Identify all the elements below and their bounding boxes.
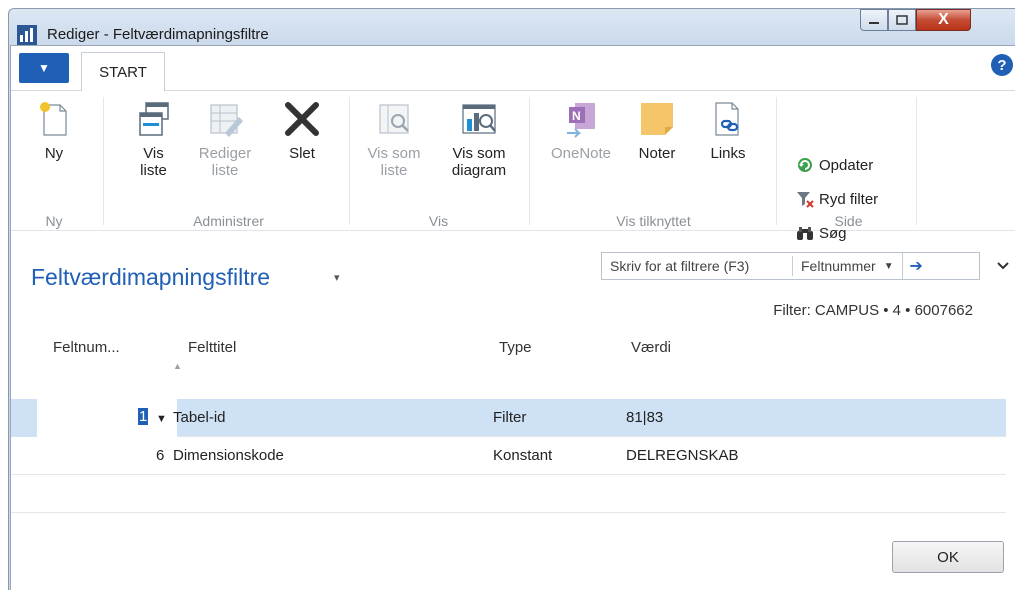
tab-start-label: START [99, 63, 147, 81]
view-as-chart-label: Vis som diagram [451, 145, 507, 179]
minimize-button[interactable] [860, 9, 888, 31]
note-icon [641, 103, 673, 135]
svg-text:N: N [572, 109, 581, 123]
link-icon [715, 102, 739, 136]
cell-vaerdi[interactable]: 81|83 [626, 409, 663, 426]
separator [916, 97, 917, 225]
row-selector[interactable] [11, 399, 37, 437]
minimize-icon [869, 22, 879, 24]
links-label: Links [710, 145, 746, 162]
tab-start[interactable]: START [81, 52, 165, 92]
title-dropdown-icon[interactable]: ▾ [334, 271, 340, 284]
cell-type[interactable]: Filter [493, 409, 526, 426]
cell-felttitel[interactable]: Dimensionskode [173, 447, 284, 464]
cell-feltnummer[interactable]: 1 [138, 408, 149, 425]
app-chart-icon [17, 25, 37, 45]
help-icon[interactable]: ? [991, 54, 1013, 76]
ok-button[interactable]: OK [892, 541, 1004, 573]
maximize-button[interactable] [888, 9, 916, 31]
delete-x-icon [285, 102, 319, 136]
view-as-list-icon [379, 104, 409, 134]
app-menu-button[interactable]: ▼ [19, 53, 69, 83]
dropdown-arrow-icon: ▼ [38, 61, 50, 75]
new-label: Ny [44, 145, 64, 162]
onenote-button[interactable]: N OneNote [543, 99, 619, 162]
page-title[interactable]: Feltværdimapningsfiltre [31, 264, 270, 291]
new-document-icon [40, 102, 67, 136]
clear-filter-icon [797, 192, 814, 208]
refresh-button[interactable]: Opdater [796, 154, 873, 176]
clear-filter-label: Ryd filter [819, 190, 879, 208]
new-button[interactable]: Ny [29, 99, 79, 162]
view-as-chart-icon [462, 104, 496, 134]
search-field-label: Feltnummer [801, 258, 876, 274]
column-header-feltnummer[interactable]: Feltnum... [53, 339, 120, 356]
notes-label: Noter [638, 145, 676, 162]
group-label-vis-tilknyttet: Vis tilknyttet [616, 213, 691, 229]
cell-vaerdi[interactable]: DELREGNSKAB [626, 447, 739, 464]
column-header-felttitel[interactable]: Felttitel [188, 339, 236, 356]
notes-button[interactable]: Noter [629, 99, 685, 162]
cell-felttitel[interactable]: Tabel-id [173, 409, 226, 426]
close-button[interactable]: X [916, 9, 971, 31]
search-go-button[interactable]: ➔ [901, 253, 930, 279]
group-label-side: Side [834, 213, 863, 229]
close-icon: X [938, 11, 949, 28]
separator [103, 97, 104, 225]
view-as-list-button[interactable]: Vis som liste [363, 99, 425, 179]
separator [776, 97, 777, 225]
refresh-label: Opdater [819, 156, 874, 174]
group-label-ny: Ny [45, 213, 63, 229]
refresh-icon [798, 158, 812, 172]
column-header-type[interactable]: Type [499, 339, 532, 356]
edit-list-icon [210, 104, 243, 137]
help-label: ? [997, 56, 1007, 74]
edit-list-button[interactable]: Rediger liste [194, 99, 256, 179]
separator [529, 97, 530, 225]
delete-button[interactable]: Slet [277, 99, 327, 162]
onenote-icon: N [567, 103, 595, 138]
group-label-administrer: Administrer [193, 213, 264, 229]
table-row[interactable]: 6 Dimensionskode Konstant DELREGNSKAB [11, 437, 1006, 475]
chevron-down-icon: ▼ [883, 260, 894, 272]
filter-indicator: Filter: CAMPUS • 4 • 6007662 [773, 302, 973, 319]
row-dropdown-icon[interactable]: ▼ [156, 413, 167, 425]
column-header-vaerdi[interactable]: Værdi [631, 339, 671, 356]
table-header: Feltnum... ▲ Felttitel Type Værdi [11, 339, 1015, 379]
arrow-right-icon: ➔ [909, 258, 923, 275]
separator [349, 97, 350, 225]
view-as-chart-button[interactable]: Vis som diagram [440, 99, 518, 179]
collapse-chevron-icon[interactable] [996, 258, 1010, 274]
edit-list-label: Rediger liste [198, 145, 252, 179]
maximize-icon [896, 15, 908, 25]
group-label-vis: Vis [428, 213, 449, 229]
ribbon: Ny Vis liste Rediger liste Slet Vis som … [11, 91, 1015, 242]
view-as-list-label: Vis som liste [367, 145, 421, 179]
filter-search-box: Feltnummer ▼ ➔ [601, 252, 980, 280]
links-button[interactable]: Links [701, 99, 755, 162]
ribbon-tab-bar: ▼ START ? [11, 46, 1015, 92]
cell-type[interactable]: Konstant [493, 447, 552, 464]
view-list-label: Vis liste [140, 145, 167, 179]
delete-label: Slet [289, 145, 315, 162]
empty-table-row[interactable] [11, 475, 1006, 513]
filter-search-input[interactable] [602, 253, 792, 279]
search-field-selector[interactable]: Feltnummer ▼ [792, 256, 902, 276]
onenote-label: OneNote [550, 145, 612, 162]
client-area: ▼ START ? Ny Vis liste Rediger liste Sle… [10, 45, 1015, 590]
table-row[interactable]: 1 ▼ Tabel-id Filter 81|83 [11, 399, 1006, 437]
sort-ascending-icon: ▲ [173, 361, 182, 371]
view-list-icon [138, 102, 169, 136]
cell-feltnummer[interactable]: 6 [156, 447, 164, 464]
clear-filter-button[interactable]: Ryd filter [796, 188, 878, 210]
window-title: Rediger - Feltværdimapningsfiltre [47, 26, 269, 43]
view-list-button[interactable]: Vis liste [126, 99, 181, 179]
